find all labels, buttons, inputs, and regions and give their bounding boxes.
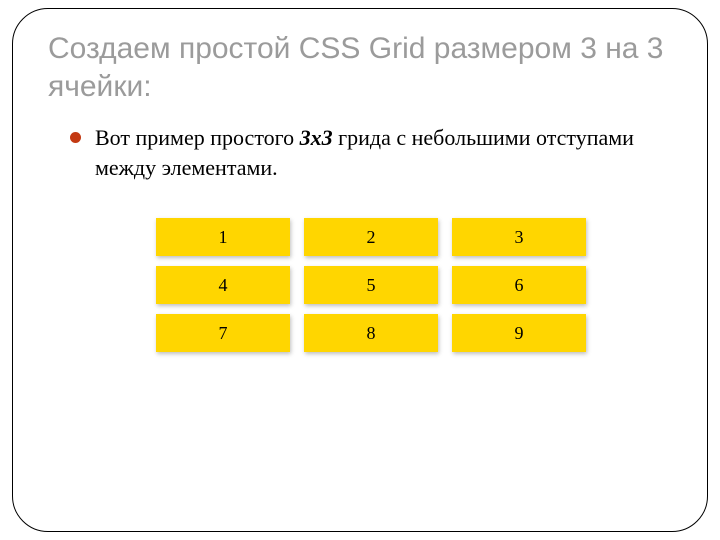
- slide: Создаем простой CSS Grid размером 3 на 3…: [0, 0, 720, 540]
- grid-cell: 6: [452, 266, 586, 304]
- grid-example: 1 2 3 4 5 6 7 8 9: [156, 218, 586, 352]
- bullet-text-pre: Вот пример простого: [95, 125, 300, 150]
- grid-cell: 3: [452, 218, 586, 256]
- grid-cell: 9: [452, 314, 586, 352]
- bullet-dot-icon: [70, 132, 81, 143]
- bullet-text: Вот пример простого 3x3 грида с небольши…: [95, 123, 672, 182]
- bullet-text-em: 3x3: [300, 125, 333, 150]
- grid-cell: 5: [304, 266, 438, 304]
- slide-title: Создаем простой CSS Grid размером 3 на 3…: [48, 30, 672, 105]
- bullet-item: Вот пример простого 3x3 грида с небольши…: [70, 123, 672, 182]
- grid-cell: 8: [304, 314, 438, 352]
- grid-cell: 1: [156, 218, 290, 256]
- grid-cell: 4: [156, 266, 290, 304]
- grid-cell: 7: [156, 314, 290, 352]
- grid-cell: 2: [304, 218, 438, 256]
- slide-body: Вот пример простого 3x3 грида с небольши…: [70, 123, 672, 352]
